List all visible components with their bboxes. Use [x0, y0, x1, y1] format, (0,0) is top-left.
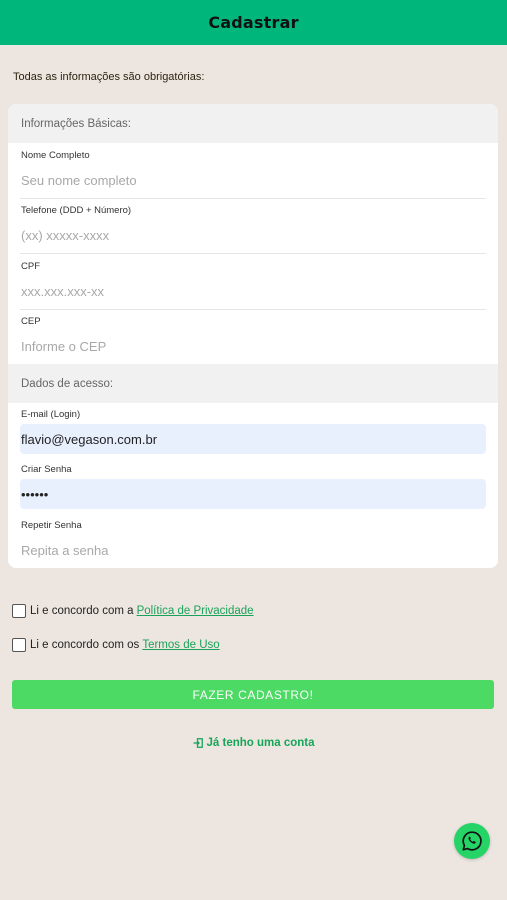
- password-repeat-label: Repetir Senha: [21, 520, 82, 531]
- divider: [20, 309, 486, 310]
- phone-input[interactable]: [20, 220, 486, 250]
- privacy-consent: Li e concordo com a Política de Privacid…: [12, 604, 254, 618]
- app-header: Cadastrar: [0, 0, 507, 45]
- name-input[interactable]: [20, 165, 486, 195]
- login-link-label: Já tenho uma conta: [206, 737, 315, 749]
- whatsapp-icon: [462, 831, 482, 851]
- terms-consent-text: Li e concordo com os: [30, 639, 140, 651]
- sign-in-icon: [193, 738, 203, 748]
- required-notice: Todas as informações são obrigatórias:: [13, 71, 205, 83]
- phone-label: Telefone (DDD + Número): [21, 205, 132, 216]
- divider: [20, 253, 486, 254]
- registration-form: Informações Básicas: Nome Completo Telef…: [8, 104, 498, 568]
- email-input[interactable]: [20, 424, 486, 454]
- privacy-consent-text: Li e concordo com a: [30, 605, 134, 617]
- terms-consent: Li e concordo com os Termos de Uso: [12, 638, 220, 652]
- terms-of-use-link[interactable]: Termos de Uso: [142, 639, 219, 651]
- login-link[interactable]: Já tenho uma conta: [0, 737, 507, 749]
- privacy-policy-link[interactable]: Política de Privacidade: [137, 605, 254, 617]
- email-label: E-mail (Login): [21, 409, 81, 420]
- privacy-checkbox[interactable]: [12, 604, 26, 618]
- section-basic-info: Informações Básicas:: [8, 104, 498, 143]
- page-title: Cadastrar: [208, 13, 299, 32]
- terms-checkbox[interactable]: [12, 638, 26, 652]
- name-label: Nome Completo: [21, 150, 90, 161]
- section-access-data: Dados de acesso:: [8, 364, 498, 403]
- divider: [20, 198, 486, 199]
- password-label: Criar Senha: [21, 464, 72, 475]
- cep-label: CEP: [21, 316, 41, 327]
- submit-button[interactable]: FAZER CADASTRO!: [12, 680, 494, 709]
- whatsapp-chat-button[interactable]: [454, 823, 490, 859]
- password-input[interactable]: [20, 479, 486, 509]
- cpf-input[interactable]: [20, 276, 486, 306]
- cep-input[interactable]: [20, 331, 486, 361]
- cpf-label: CPF: [21, 261, 40, 272]
- password-repeat-input[interactable]: [20, 535, 486, 565]
